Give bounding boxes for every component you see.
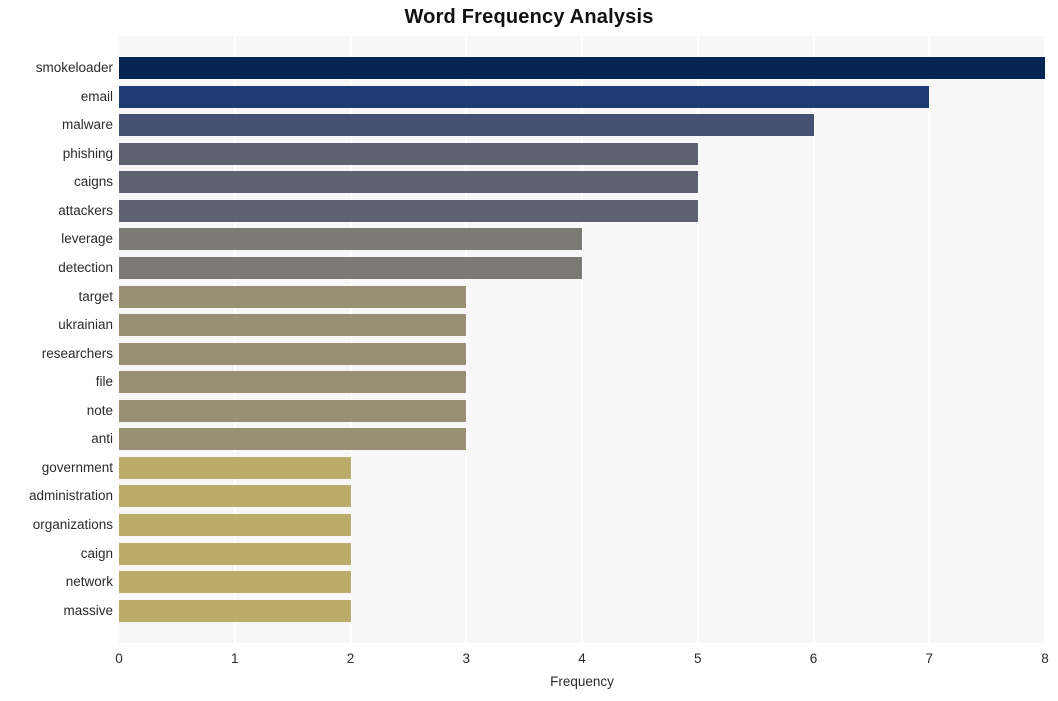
bar-row <box>119 54 1045 83</box>
y-tick-label: caigns <box>73 174 113 190</box>
y-tick-label: leverage <box>61 231 113 247</box>
bar <box>119 142 698 165</box>
x-tick-label: 0 <box>115 651 123 666</box>
bar <box>119 56 1045 79</box>
bar-row <box>119 568 1045 597</box>
bar-series <box>119 36 1045 643</box>
bar <box>119 542 351 565</box>
y-tick-label: note <box>86 402 113 418</box>
bar-row <box>119 454 1045 483</box>
bar <box>119 456 351 479</box>
bar-row <box>119 482 1045 511</box>
x-axis-title: Frequency <box>550 674 614 689</box>
bar <box>119 599 351 622</box>
bar-row <box>119 596 1045 625</box>
x-axis-tick-labels: 0 1 2 3 4 5 6 7 8 <box>115 643 1049 673</box>
y-tick-label: target <box>78 288 113 304</box>
bar <box>119 571 351 594</box>
bar-row <box>119 282 1045 311</box>
y-tick-label: anti <box>91 431 113 447</box>
y-tick-label: smokeloader <box>35 59 113 75</box>
bar-row <box>119 225 1045 254</box>
x-tick-label: 7 <box>925 651 933 666</box>
bar <box>119 371 467 394</box>
y-axis-tick-labels: smokeloader email malware phishing caigns att… <box>0 36 113 643</box>
bar <box>119 114 814 137</box>
bar-row <box>119 311 1045 340</box>
bar <box>119 228 582 251</box>
y-tick-label: organizations <box>32 517 113 533</box>
bar <box>119 314 467 337</box>
y-tick-label: malware <box>61 117 113 133</box>
y-tick-label: caign <box>80 545 113 561</box>
bar-row <box>119 197 1045 226</box>
chart-title: Word Frequency Analysis <box>404 6 654 28</box>
y-tick-label: phishing <box>62 145 113 161</box>
bar <box>119 342 467 365</box>
bar <box>119 199 698 222</box>
bar <box>119 85 930 108</box>
bar-row <box>119 368 1045 397</box>
x-tick-label: 1 <box>230 651 239 666</box>
x-tick-label: 6 <box>809 651 818 666</box>
y-tick-label: administration <box>28 488 113 504</box>
bar <box>119 428 467 451</box>
bar-row <box>119 396 1045 425</box>
x-tick-label: 2 <box>346 651 355 666</box>
x-tick-label: 3 <box>462 651 470 666</box>
x-tick-label: 5 <box>693 651 702 666</box>
word-frequency-chart-figure: Word Frequency Analysis smokeloader email… <box>0 0 1058 701</box>
bar-row <box>119 539 1045 568</box>
bar-row <box>119 168 1045 197</box>
bar-row <box>119 511 1045 540</box>
y-tick-label: government <box>41 459 113 475</box>
y-tick-label: attackers <box>58 202 113 218</box>
bar <box>119 399 467 422</box>
y-tick-label: file <box>95 374 113 390</box>
bar <box>119 256 582 279</box>
x-tick-label: 8 <box>1041 651 1049 666</box>
y-tick-label: ukrainian <box>58 317 113 333</box>
bar-row <box>119 425 1045 454</box>
bar-row <box>119 254 1045 283</box>
plot-area <box>119 36 1046 643</box>
y-tick-label: detection <box>58 259 113 275</box>
bar <box>119 285 467 308</box>
x-tick-label: 4 <box>578 651 586 666</box>
y-tick-label: email <box>80 88 113 104</box>
bar-row <box>119 339 1045 368</box>
bar-row <box>119 139 1045 168</box>
bar <box>119 514 351 537</box>
bar <box>119 485 351 508</box>
y-tick-label: network <box>65 574 113 590</box>
y-tick-label: researchers <box>41 345 113 361</box>
bar-row <box>119 111 1045 140</box>
bar-row <box>119 82 1045 111</box>
bar <box>119 171 698 194</box>
y-tick-label: massive <box>63 602 113 618</box>
